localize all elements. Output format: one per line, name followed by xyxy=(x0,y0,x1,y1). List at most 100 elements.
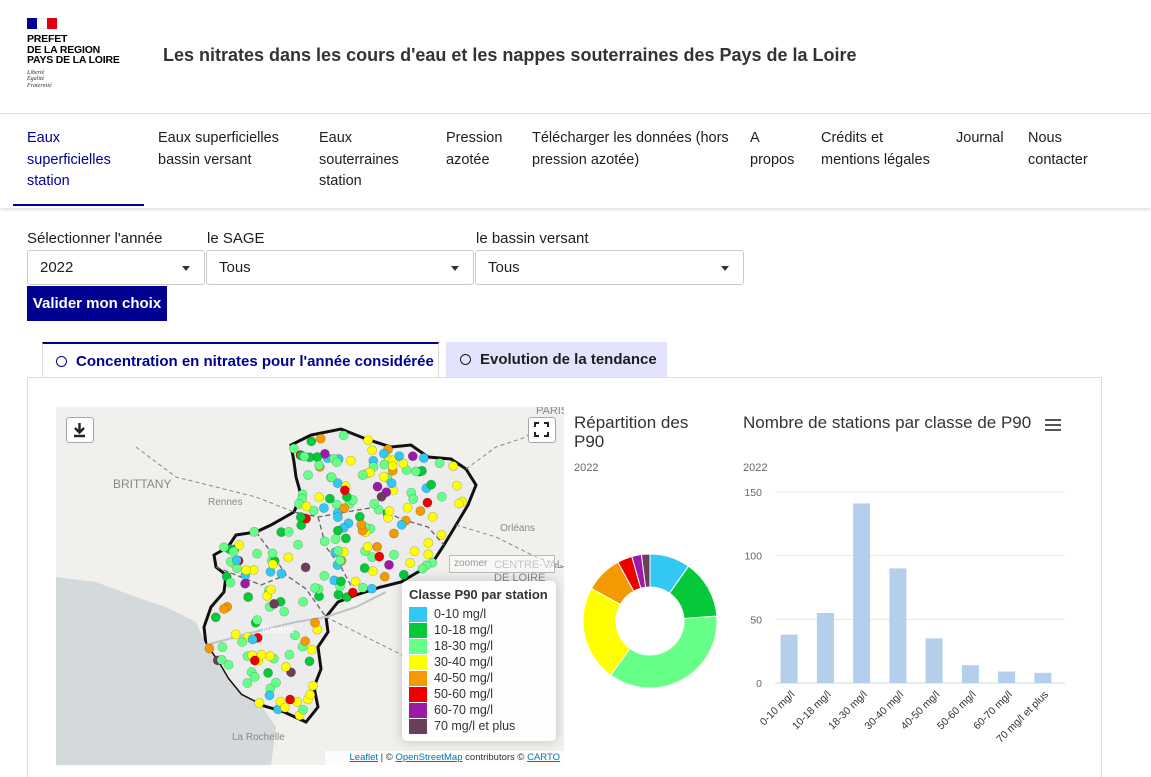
nav-contact[interactable]: Nous contacter xyxy=(1028,128,1108,171)
station-marker[interactable] xyxy=(332,512,343,522)
bar[interactable] xyxy=(998,671,1016,683)
station-marker[interactable] xyxy=(362,541,373,552)
station-marker[interactable] xyxy=(254,697,265,708)
station-marker[interactable] xyxy=(359,563,370,573)
station-marker[interactable] xyxy=(394,451,405,461)
station-marker[interactable] xyxy=(301,501,312,512)
station-marker[interactable] xyxy=(407,451,418,462)
station-marker[interactable] xyxy=(304,656,315,667)
station-marker[interactable] xyxy=(374,551,385,562)
station-marker[interactable] xyxy=(285,694,295,705)
station-marker[interactable] xyxy=(240,578,250,589)
tab-evolution[interactable]: Evolution de la tendance xyxy=(446,342,667,378)
station-marker[interactable] xyxy=(271,677,281,688)
bar[interactable] xyxy=(780,634,798,683)
station-marker[interactable] xyxy=(338,430,349,441)
station-marker[interactable] xyxy=(332,525,343,536)
prefet-logo[interactable]: PREFET DE LA REGION PAYS DE LA LOIRE Lib… xyxy=(27,18,137,89)
station-marker[interactable] xyxy=(308,680,318,691)
station-marker[interactable] xyxy=(319,570,330,581)
station-marker[interactable] xyxy=(378,471,389,482)
station-marker[interactable] xyxy=(379,571,390,582)
donut-chart[interactable] xyxy=(575,546,725,696)
station-marker[interactable] xyxy=(241,565,252,576)
station-marker[interactable] xyxy=(357,582,368,593)
station-marker[interactable] xyxy=(326,472,337,482)
map-download-button[interactable] xyxy=(66,417,94,443)
map-fullscreen-button[interactable] xyxy=(528,417,556,443)
nav-eaux-superficielles-bv[interactable]: Eaux superficielles bassin versant xyxy=(158,128,298,171)
tab-concentration[interactable]: Concentration en nitrates pour l'année c… xyxy=(42,342,439,378)
station-marker[interactable] xyxy=(369,499,379,509)
station-marker[interactable] xyxy=(436,530,447,540)
station-marker[interactable] xyxy=(306,436,317,447)
station-marker[interactable] xyxy=(314,492,325,503)
carto-link[interactable]: CARTO xyxy=(527,752,560,763)
station-marker[interactable] xyxy=(333,589,344,600)
station-marker[interactable] xyxy=(231,555,242,566)
station-marker[interactable] xyxy=(340,533,351,544)
station-marker[interactable] xyxy=(331,457,342,468)
station-marker[interactable] xyxy=(217,642,228,652)
bar[interactable] xyxy=(961,665,979,683)
station-marker[interactable] xyxy=(387,460,398,471)
station-marker[interactable] xyxy=(363,435,374,445)
station-marker[interactable] xyxy=(225,577,236,588)
station-marker[interactable] xyxy=(283,526,294,537)
station-marker[interactable] xyxy=(330,534,341,545)
nav-telecharger[interactable]: Télécharger les données (hors pression a… xyxy=(532,128,732,171)
station-marker[interactable] xyxy=(388,528,399,539)
station-marker[interactable] xyxy=(242,678,253,688)
station-marker[interactable] xyxy=(279,702,290,713)
station-marker[interactable] xyxy=(223,659,234,670)
bar[interactable] xyxy=(853,503,871,683)
station-marker[interactable] xyxy=(367,566,378,577)
station-marker[interactable] xyxy=(219,542,229,553)
station-marker[interactable] xyxy=(318,503,329,513)
station-marker[interactable] xyxy=(283,552,294,563)
station-marker[interactable] xyxy=(252,548,262,559)
station-marker[interactable] xyxy=(269,598,279,609)
station-marker[interactable] xyxy=(319,536,330,547)
station-marker[interactable] xyxy=(354,511,365,522)
station-marker[interactable] xyxy=(228,546,239,557)
station-marker[interactable] xyxy=(293,539,303,550)
osm-link[interactable]: OpenStreetMap xyxy=(395,752,462,763)
station-marker[interactable] xyxy=(423,537,434,548)
station-marker[interactable] xyxy=(303,470,313,480)
bv-select[interactable]: Tous xyxy=(475,250,744,285)
station-marker[interactable] xyxy=(295,512,306,522)
station-marker[interactable] xyxy=(426,479,437,490)
station-marker[interactable] xyxy=(335,555,346,566)
station-marker[interactable] xyxy=(305,689,316,700)
station-marker[interactable] xyxy=(357,470,368,480)
station-marker[interactable] xyxy=(350,576,361,587)
station-marker[interactable] xyxy=(418,453,429,463)
station-marker[interactable] xyxy=(284,649,295,660)
station-marker[interactable] xyxy=(376,491,387,502)
station-marker[interactable] xyxy=(384,559,394,570)
station-marker[interactable] xyxy=(398,569,409,580)
station-marker[interactable] xyxy=(300,562,311,573)
station-marker[interactable] xyxy=(298,704,308,715)
station-marker[interactable] xyxy=(396,519,407,530)
station-marker[interactable] xyxy=(249,526,260,537)
station-marker[interactable] xyxy=(379,459,390,470)
nav-eaux-souterraines[interactable]: Eaux souterraines station xyxy=(319,128,419,193)
station-marker[interactable] xyxy=(405,557,416,568)
station-marker[interactable] xyxy=(310,583,320,593)
station-marker[interactable] xyxy=(409,546,420,557)
station-marker[interactable] xyxy=(402,502,413,513)
bar[interactable] xyxy=(925,638,943,683)
sage-select[interactable]: Tous xyxy=(206,250,474,285)
station-marker[interactable] xyxy=(276,568,287,579)
nav-pression-azotee[interactable]: Pression azotée xyxy=(446,128,516,171)
station-marker[interactable] xyxy=(267,559,278,570)
bar-chart[interactable]: 0501001500-10 mg/l10-18 mg/l18-30 mg/l30… xyxy=(735,480,1075,760)
leaflet-link[interactable]: Leaflet xyxy=(350,752,379,763)
station-marker[interactable] xyxy=(315,433,326,444)
station-marker[interactable] xyxy=(252,615,263,625)
station-marker[interactable] xyxy=(280,661,291,672)
station-marker[interactable] xyxy=(434,458,445,468)
station-marker[interactable] xyxy=(279,606,290,617)
